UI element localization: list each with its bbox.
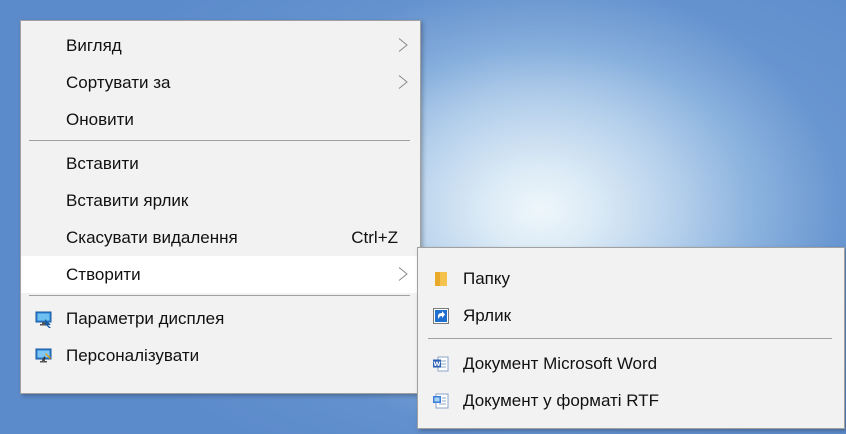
chevron-right-icon bbox=[398, 75, 408, 89]
chevron-right-icon bbox=[398, 38, 408, 52]
submenu-item-rtf-document[interactable]: Документ у форматі RTF bbox=[418, 382, 844, 419]
menu-item-display-settings[interactable]: Параметри дисплея bbox=[21, 300, 420, 337]
submenu-item-label: Документ у форматі RTF bbox=[463, 391, 660, 410]
submenu-item-label: Документ Microsoft Word bbox=[463, 354, 658, 373]
desktop-context-menu: Вигляд Сортувати за Оновити Вставити Вст… bbox=[20, 20, 421, 394]
menu-item-label: Створити bbox=[66, 265, 141, 284]
menu-item-label: Вигляд bbox=[66, 36, 122, 55]
chevron-right-icon bbox=[398, 267, 408, 281]
rtf-document-icon bbox=[433, 393, 449, 409]
menu-item-paste[interactable]: Вставити bbox=[21, 145, 420, 182]
menu-item-label: Скасувати видалення bbox=[66, 228, 238, 247]
submenu-item-label: Ярлик bbox=[463, 306, 512, 325]
menu-item-label: Вставити ярлик bbox=[66, 191, 189, 210]
menu-item-label: Сортувати за bbox=[66, 73, 171, 92]
menu-item-label: Персоналізувати bbox=[66, 346, 200, 365]
submenu-item-shortcut[interactable]: Ярлик bbox=[418, 297, 844, 334]
word-document-icon: W bbox=[433, 356, 449, 372]
shortcut-icon bbox=[433, 308, 449, 324]
new-submenu: Папку Ярлик W Документ Microsoft Word До… bbox=[417, 247, 845, 429]
submenu-item-word-document[interactable]: W Документ Microsoft Word bbox=[418, 345, 844, 382]
menu-item-refresh[interactable]: Оновити bbox=[21, 101, 420, 138]
submenu-item-label: Папку bbox=[463, 269, 511, 288]
menu-separator bbox=[29, 140, 410, 141]
menu-item-sort-by[interactable]: Сортувати за bbox=[21, 64, 420, 101]
submenu-separator bbox=[428, 338, 832, 339]
menu-item-undo-delete[interactable]: Скасувати видалення Ctrl+Z bbox=[21, 219, 420, 256]
menu-item-paste-shortcut[interactable]: Вставити ярлик bbox=[21, 182, 420, 219]
svg-text:W: W bbox=[433, 360, 440, 368]
menu-item-personalize[interactable]: Персоналізувати bbox=[21, 337, 420, 374]
menu-separator bbox=[29, 295, 410, 296]
menu-item-label: Оновити bbox=[66, 110, 134, 129]
menu-item-label: Вставити bbox=[66, 154, 139, 173]
folder-icon bbox=[435, 272, 447, 286]
menu-item-label: Параметри дисплея bbox=[66, 309, 225, 328]
menu-item-view[interactable]: Вигляд bbox=[21, 27, 420, 64]
menu-item-new[interactable]: Створити bbox=[21, 256, 420, 293]
personalize-icon bbox=[35, 348, 52, 363]
keyboard-shortcut: Ctrl+Z bbox=[351, 228, 398, 247]
display-settings-icon bbox=[35, 311, 52, 328]
submenu-item-folder[interactable]: Папку bbox=[418, 260, 844, 297]
